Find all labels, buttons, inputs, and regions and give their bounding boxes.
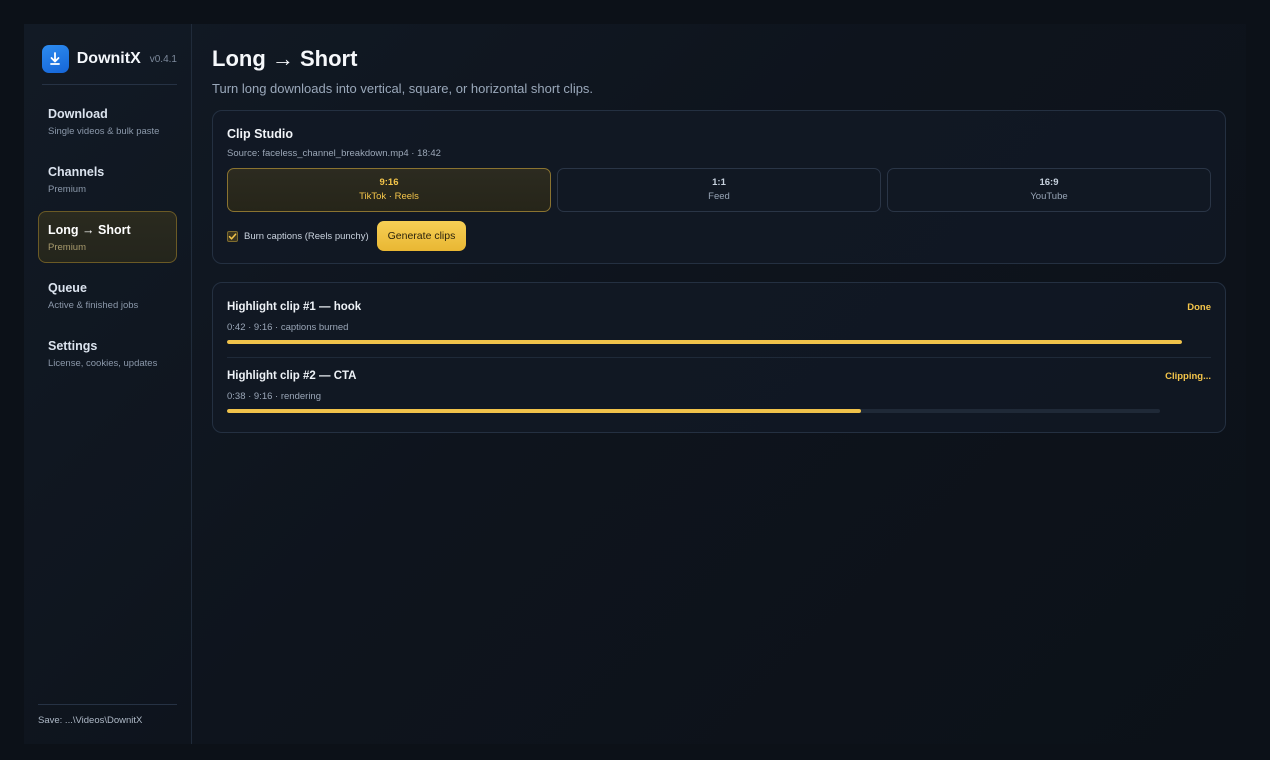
job-progress-fill	[227, 340, 1182, 344]
sidebar-item-queue[interactable]: Queue Active & finished jobs	[38, 269, 177, 321]
ratio-label: TikTok · Reels	[359, 191, 419, 202]
aspect-ratio-selector: 9:16 TikTok · Reels 1:1 Feed 16:9 YouTub…	[227, 168, 1211, 212]
sidebar-item-subtitle: Active & finished jobs	[48, 300, 139, 311]
sidebar-item-subtitle: Premium	[48, 184, 87, 195]
sidebar-item-title: Long → Short	[48, 223, 131, 237]
burn-captions-label: Burn captions (Reels punchy)	[244, 230, 369, 242]
sidebar-item-settings[interactable]: Settings License, cookies, updates	[38, 327, 177, 379]
checkmark-icon	[228, 232, 237, 240]
page-title: Long → Short	[212, 46, 358, 71]
sidebar-item-long-to-short[interactable]: Long → Short Premium	[38, 211, 177, 263]
sidebar-item-download[interactable]: Download Single videos & bulk paste	[38, 95, 177, 147]
brand-header: DownitX v0.4.1	[42, 24, 177, 85]
generate-clips-button[interactable]: Generate clips	[376, 221, 467, 251]
job-title: Highlight clip #1 — hook	[227, 301, 362, 313]
job-progress-bar	[227, 409, 1160, 413]
job-status: Done	[1187, 301, 1211, 313]
job-title: Highlight clip #2 — CTA	[227, 370, 357, 382]
sidebar-item-subtitle: License, cookies, updates	[48, 358, 158, 369]
sidebar-nav: Download Single videos & bulk paste Chan…	[38, 95, 177, 379]
clip-options-row: Burn captions (Reels punchy) Generate cl…	[227, 221, 1211, 251]
ratio-value: 9:16	[379, 177, 399, 188]
ratio-option-1-1[interactable]: 1:1 Feed	[557, 168, 881, 212]
ratio-option-9-16[interactable]: 9:16 TikTok · Reels	[227, 168, 551, 212]
sidebar-item-title: Settings	[48, 339, 98, 353]
sidebar-item-title: Download	[48, 107, 108, 121]
ratio-value: 1:1	[712, 177, 726, 188]
clip-studio-card: Clip Studio Source: faceless_channel_bre…	[212, 110, 1226, 264]
list-item: Highlight clip #1 — hook Done 0:42 · 9:1…	[227, 283, 1211, 357]
job-progress-bar	[227, 340, 1182, 344]
sidebar-item-title: Queue	[48, 281, 87, 295]
brand-name: DownitX	[76, 50, 141, 67]
download-arrow-icon	[42, 45, 69, 73]
burn-captions-checkbox[interactable]	[227, 230, 238, 242]
clip-studio-title: Clip Studio	[227, 127, 293, 141]
job-status: Clipping...	[1165, 370, 1211, 382]
main-content: Long → Short Turn long downloads into ve…	[192, 24, 1246, 744]
sidebar: DownitX v0.4.1 Download Single videos & …	[24, 24, 192, 744]
job-progress-fill	[227, 409, 862, 413]
page-subtitle: Turn long downloads into vertical, squar…	[212, 81, 594, 96]
ratio-label: Feed	[708, 191, 730, 202]
save-path: Save: ...\Videos\DownitX	[38, 704, 177, 726]
job-meta: 0:42 · 9:16 · captions burned	[227, 322, 349, 333]
app-window: DownitX v0.4.1 Download Single videos & …	[24, 24, 1246, 744]
ratio-option-16-9[interactable]: 16:9 YouTube	[887, 168, 1211, 212]
source-file-info: Source: faceless_channel_breakdown.mp4 ·…	[227, 148, 441, 159]
sidebar-item-subtitle: Premium	[48, 242, 87, 253]
clip-jobs-list: Highlight clip #1 — hook Done 0:42 · 9:1…	[212, 282, 1226, 433]
sidebar-item-title: Channels	[48, 165, 105, 179]
list-item: Highlight clip #2 — CTA Clipping... 0:38…	[227, 357, 1211, 432]
ratio-label: YouTube	[1030, 191, 1068, 202]
sidebar-item-channels[interactable]: Channels Premium	[38, 153, 177, 205]
job-meta: 0:38 · 9:16 · rendering	[227, 391, 322, 402]
ratio-value: 16:9	[1039, 177, 1059, 188]
brand-version: v0.4.1	[149, 54, 177, 65]
sidebar-item-subtitle: Single videos & bulk paste	[48, 126, 160, 137]
